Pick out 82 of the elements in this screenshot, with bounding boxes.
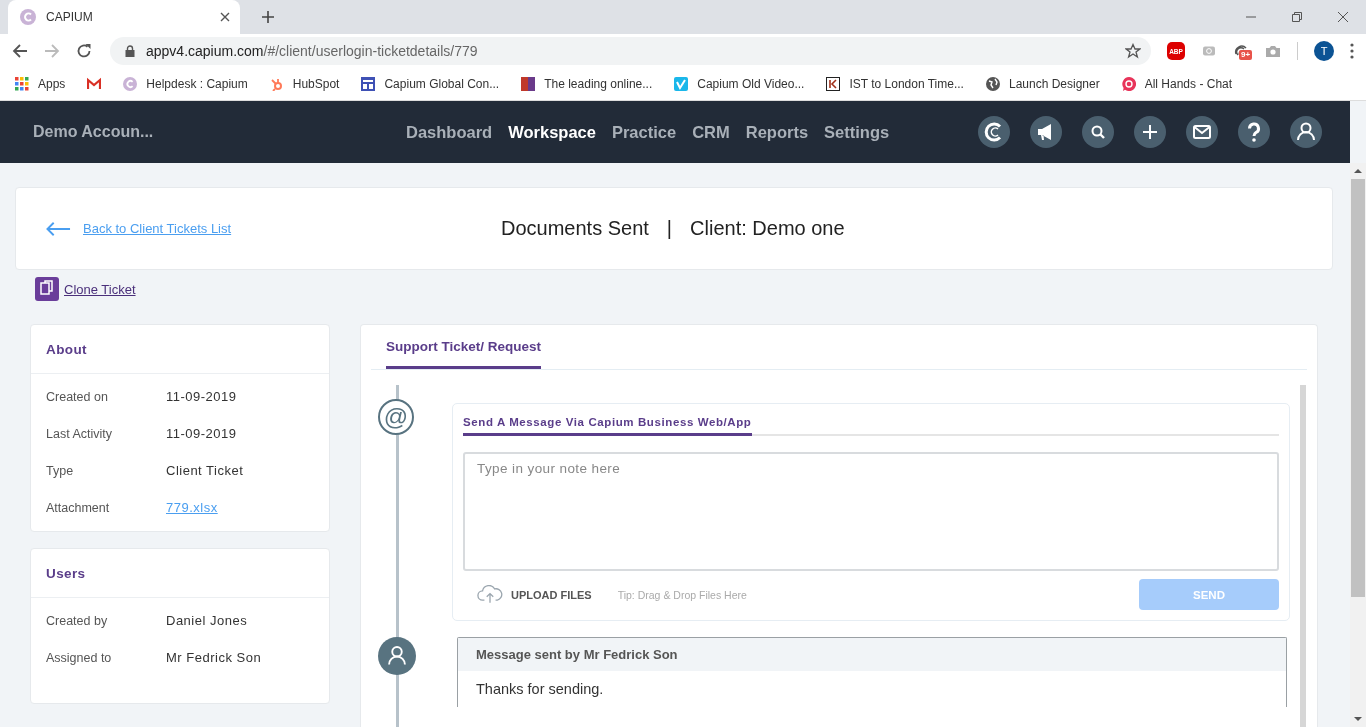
bookmark-item[interactable]: All Hands - Chat (1121, 77, 1233, 91)
nav-link[interactable]: Settings (824, 122, 890, 142)
field-label: Attachment (46, 500, 111, 515)
close-icon[interactable] (220, 12, 230, 22)
globe-icon (985, 77, 1000, 91)
reload-icon[interactable] (76, 43, 92, 59)
capium-logo-icon[interactable] (978, 116, 1010, 148)
form-icon (361, 77, 376, 91)
ticket-tab[interactable]: Support Ticket/ Request (386, 325, 542, 369)
field-label: Assigned to (46, 650, 113, 665)
site-logo-icon (521, 77, 536, 91)
apps-grid-icon (15, 77, 29, 91)
capium-logo-icon (20, 9, 36, 25)
bookmark-item[interactable]: Capium Old Video... (674, 77, 805, 91)
user-avatar-icon (378, 637, 416, 675)
bookmark-item[interactable]: Apps (15, 77, 66, 91)
browser-tab[interactable]: CAPIUM (8, 0, 240, 34)
field-label: Type (46, 463, 75, 478)
bookmark-item[interactable]: IST to London Time... (826, 77, 964, 91)
sprocket-icon (269, 77, 284, 91)
field-value: Daniel Jones (166, 613, 248, 628)
compose-tab[interactable]: Send A Message Via Capium Business Web/App (463, 416, 752, 436)
nav-link[interactable]: CRM (692, 122, 730, 142)
field-label: Last Activity (46, 426, 113, 441)
card-title: Users (46, 565, 86, 581)
upload-files-button[interactable]: UPLOAD FILES (477, 585, 592, 604)
scrollbar[interactable] (1350, 163, 1366, 727)
mail-logo-icon[interactable] (87, 77, 102, 91)
scrollbar[interactable] (1300, 385, 1306, 727)
help-icon[interactable] (1238, 116, 1270, 148)
back-icon[interactable] (12, 43, 28, 59)
url-text: appv4.capium.com/#/client/userlogin-ticketdetails/779 (146, 43, 479, 59)
card-title: About (46, 341, 87, 357)
chat-logo-icon (1121, 77, 1136, 91)
timezone-logo-icon (826, 77, 841, 91)
search-icon[interactable] (1082, 116, 1114, 148)
timeline-marker: @ (378, 399, 414, 435)
field-value: Client Ticket (166, 463, 244, 478)
lock-icon (124, 45, 136, 57)
close-icon[interactable] (1338, 12, 1348, 22)
message-sender: Message sent by Mr Fedrick Son (476, 647, 678, 662)
bookmark-item[interactable]: Capium Global Con... (361, 77, 500, 91)
back-arrow-icon[interactable] (46, 220, 71, 237)
notification-badge: 9+ (1239, 50, 1253, 60)
mail-icon[interactable] (1186, 116, 1218, 148)
restore-icon[interactable] (1292, 12, 1302, 22)
user-icon[interactable] (1290, 116, 1322, 148)
megaphone-icon[interactable] (1030, 116, 1062, 148)
client-name: Client: Demo one (690, 217, 845, 240)
video-logo-icon (674, 77, 689, 91)
field-value: Mr Fedrick Son (166, 650, 262, 665)
nav-link[interactable]: Workspace (508, 122, 596, 142)
profile-avatar[interactable]: T (1314, 41, 1334, 61)
menu-icon[interactable] (1350, 43, 1354, 59)
note-field[interactable]: Type in your note here (463, 452, 1279, 571)
capium-logo-icon (123, 77, 138, 91)
address-bar[interactable]: appv4.capium.com/#/client/userlogin-ticketdetails/779 (110, 37, 1151, 65)
field-label: Created on (46, 389, 109, 404)
tab-title: CAPIUM (46, 10, 94, 24)
scroll-down-icon[interactable] (1354, 717, 1362, 721)
plus-icon[interactable] (262, 11, 274, 23)
bookmark-item[interactable]: Helpdesk : Capium (123, 77, 248, 91)
drop-tip: Tip: Drag & Drop Files Here (617, 588, 747, 601)
field-value: 11-09-2019 (166, 426, 237, 441)
title-separator: | (666, 217, 673, 240)
ticket-title: Documents Sent (501, 217, 649, 240)
copy-icon[interactable] (35, 277, 59, 301)
plus-icon[interactable] (1134, 116, 1166, 148)
upload-cloud-icon (477, 585, 503, 604)
message-text: Thanks for sending. (476, 681, 604, 697)
nav-link[interactable]: Practice (611, 122, 677, 142)
field-value: 11-09-2019 (166, 389, 237, 404)
bookmark-item[interactable]: Launch Designer (985, 77, 1100, 91)
clone-ticket-link[interactable]: Clone Ticket (64, 281, 136, 297)
field-label: Created by (46, 613, 109, 628)
bookmark-item[interactable]: HubSpot (269, 77, 340, 91)
bookmark-item[interactable]: The leading online... (521, 77, 653, 91)
scroll-up-icon[interactable] (1354, 169, 1362, 173)
star-icon[interactable] (1125, 43, 1141, 59)
account-name[interactable]: Demo Accoun... (33, 123, 293, 141)
nav-link[interactable]: Dashboard (406, 122, 493, 142)
nav-link[interactable]: Reports (745, 122, 809, 142)
